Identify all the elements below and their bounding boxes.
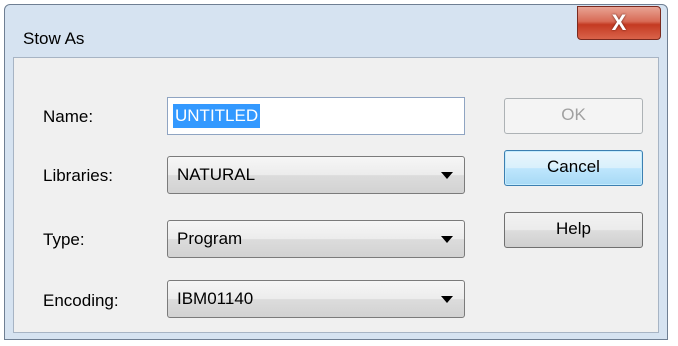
libraries-dropdown[interactable]: NATURAL — [167, 156, 465, 194]
stow-as-dialog: Stow As X Name: UNTITLED Libraries: NATU… — [4, 4, 668, 340]
name-label: Name: — [43, 107, 94, 126]
libraries-label: Libraries: — [43, 166, 113, 185]
cancel-button[interactable]: Cancel — [504, 150, 643, 186]
encoding-dropdown[interactable]: IBM01140 — [167, 280, 465, 318]
chevron-down-icon — [441, 296, 453, 303]
encoding-selected-value: IBM01140 — [177, 289, 254, 308]
chevron-down-icon — [441, 236, 453, 243]
type-dropdown[interactable]: Program — [167, 220, 465, 258]
libraries-selected-value: NATURAL — [177, 165, 256, 184]
type-selected-value: Program — [177, 229, 243, 248]
name-input[interactable]: UNTITLED — [167, 97, 465, 135]
ok-button[interactable]: OK — [504, 98, 643, 134]
chevron-down-icon — [441, 172, 453, 179]
close-icon: X — [611, 10, 627, 35]
dialog-body: Name: UNTITLED Libraries: NATURAL Type: … — [13, 57, 659, 333]
encoding-label: Encoding: — [43, 291, 119, 310]
name-input-value: UNTITLED — [173, 104, 261, 128]
help-button[interactable]: Help — [504, 212, 643, 248]
title-bar[interactable]: Stow As X — [5, 5, 667, 57]
type-label: Type: — [43, 230, 85, 249]
close-button[interactable]: X — [577, 6, 661, 40]
dialog-title: Stow As — [23, 29, 85, 48]
